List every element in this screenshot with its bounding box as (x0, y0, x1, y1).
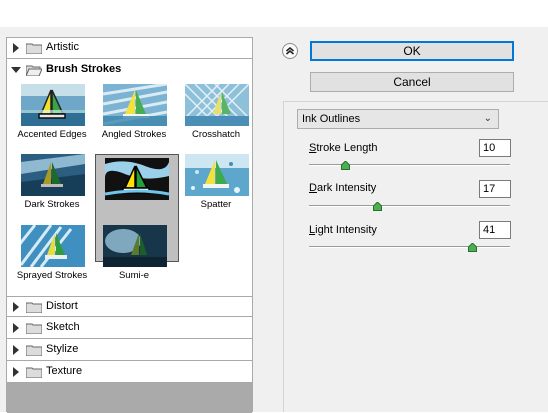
category-label: Texture (46, 365, 83, 377)
expand-arrow-icon[interactable] (13, 323, 19, 333)
folder-icon (26, 302, 42, 313)
light-intensity-label: Light Intensity (309, 224, 377, 236)
crosshatch-preview-icon (185, 84, 249, 126)
sumi-e-preview-icon (103, 225, 167, 267)
open-folder-icon (26, 65, 42, 76)
filter-label: Sumi-e (118, 270, 150, 281)
dark-intensity-label: Dark Intensity (309, 182, 377, 194)
accented-edges-preview-icon (21, 84, 85, 126)
dark-strokes-preview-icon (21, 154, 85, 196)
collapse-arrow-icon[interactable] (11, 67, 21, 73)
filter-label: Spatter (200, 199, 232, 210)
category-stylize[interactable]: Stylize (7, 340, 252, 361)
filter-label: Sprayed Strokes (16, 270, 88, 281)
spatter-preview-icon (185, 154, 249, 196)
category-label: Artistic (46, 41, 79, 53)
filter-thumb-angled-strokes[interactable]: Angled Strokes (95, 84, 173, 156)
dark-intensity-slider-track[interactable] (309, 205, 510, 207)
filter-label: Angled Strokes (101, 129, 167, 140)
filter-thumb-crosshatch[interactable]: Crosshatch (177, 84, 255, 156)
double-chevron-up-icon (285, 46, 295, 55)
filter-thumb-dark-strokes[interactable]: Dark Strokes (13, 154, 91, 226)
stroke-length-input[interactable]: 10 (479, 139, 511, 157)
filter-label: Dark Strokes (24, 199, 80, 210)
folder-icon (26, 345, 42, 356)
stroke-length-slider-track[interactable] (309, 164, 510, 166)
ok-button[interactable]: OK (310, 41, 514, 61)
category-distort[interactable]: Distort (7, 296, 252, 317)
category-artistic[interactable]: Artistic (7, 38, 252, 59)
filter-thumb-sprayed-strokes[interactable]: Sprayed Strokes (13, 225, 91, 297)
gallery-empty-area (7, 383, 252, 413)
light-intensity-slider-thumb[interactable] (468, 243, 477, 252)
ink-outlines-preview-icon (105, 158, 169, 200)
collapse-gallery-button[interactable] (282, 43, 298, 59)
filter-label: Accented Edges (17, 129, 87, 140)
expand-arrow-icon[interactable] (13, 302, 19, 312)
filter-gallery-list: Artistic Brush Strokes Accented Edges An… (6, 37, 255, 413)
chevron-down-icon: ⌄ (483, 113, 492, 124)
category-sketch[interactable]: Sketch (7, 318, 252, 339)
light-intensity-slider-track[interactable] (309, 246, 510, 248)
category-label: Distort (46, 300, 78, 312)
angled-strokes-preview-icon (103, 84, 167, 126)
light-intensity-input[interactable]: 41 (479, 221, 511, 239)
stroke-length-label: Stroke Length (309, 142, 378, 154)
sprayed-strokes-preview-icon (21, 225, 85, 267)
category-label: Brush Strokes (46, 63, 122, 75)
folder-icon (26, 367, 42, 378)
filter-thumb-spatter[interactable]: Spatter (177, 154, 255, 226)
expand-arrow-icon[interactable] (13, 367, 19, 377)
dark-intensity-slider-thumb[interactable] (373, 202, 382, 211)
filter-select-value: Ink Outlines (302, 113, 361, 125)
dark-intensity-input[interactable]: 17 (479, 180, 511, 198)
filter-select[interactable]: Ink Outlines ⌄ (297, 109, 499, 129)
category-label: Stylize (46, 343, 79, 355)
expand-arrow-icon[interactable] (13, 345, 19, 355)
filter-label: Crosshatch (191, 129, 241, 140)
filter-thumb-accented-edges[interactable]: Accented Edges (13, 84, 91, 156)
filter-thumb-sumi-e[interactable]: Sumi-e (95, 225, 173, 297)
expand-arrow-icon[interactable] (13, 43, 19, 53)
cancel-button[interactable]: Cancel (310, 72, 514, 92)
stroke-length-slider-thumb[interactable] (341, 161, 350, 170)
folder-icon (26, 323, 42, 334)
category-brush-strokes[interactable]: Brush Strokes (7, 60, 252, 81)
category-label: Sketch (46, 321, 80, 333)
folder-icon (26, 43, 42, 54)
category-texture[interactable]: Texture (7, 362, 252, 383)
